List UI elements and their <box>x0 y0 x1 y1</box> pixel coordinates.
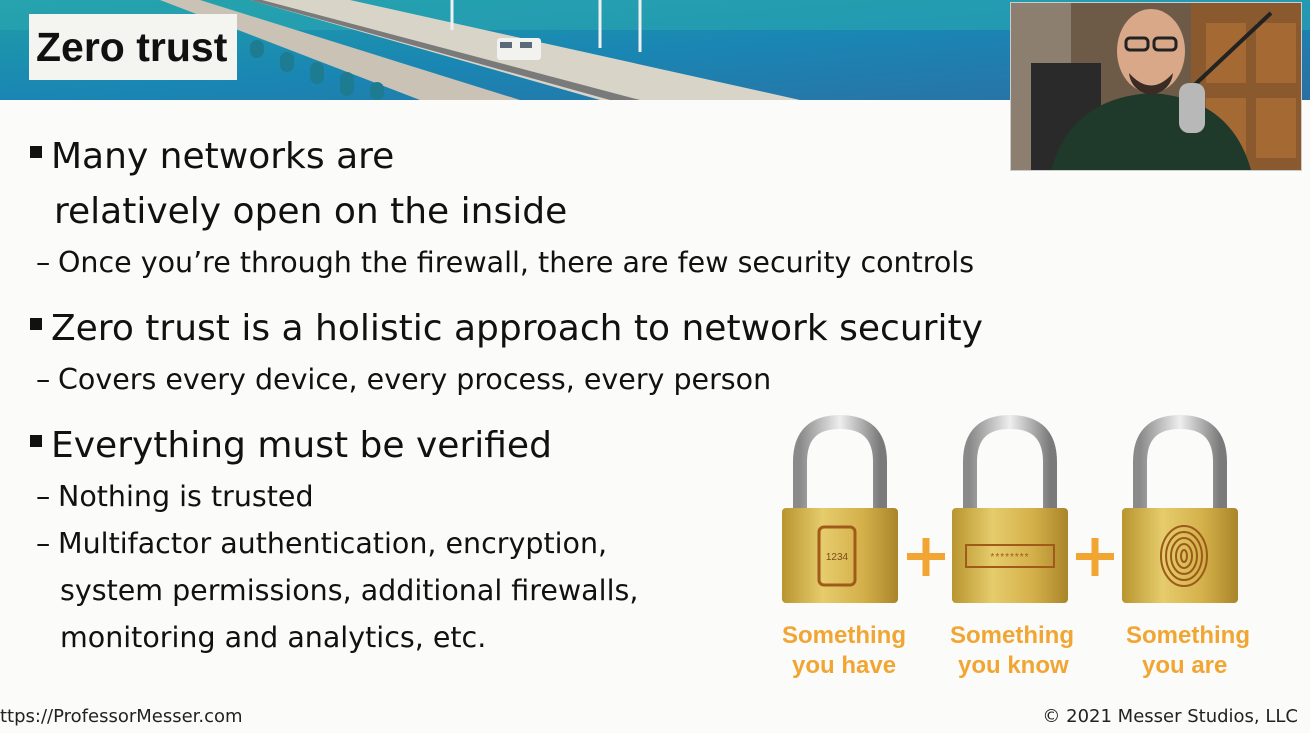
bullet-1-line1: Many networks are <box>51 136 395 177</box>
footer-website: ttps://ProfessorMesser.com <box>0 706 243 727</box>
padlock-something-you-are <box>1122 414 1238 603</box>
sub-bullet-3-2-cont-b: monitoring and analytics, etc. <box>60 615 486 661</box>
sub-bullet-text: Covers every device, every process, ever… <box>58 363 772 396</box>
presenter-video-frame <box>1011 3 1301 170</box>
plus-icon <box>1076 538 1114 576</box>
lock-display-password: ******** <box>990 552 1029 563</box>
plus-icon <box>907 538 945 576</box>
sub-bullet-text: Once you’re through the firewall, there … <box>58 246 975 279</box>
bullet-1-line2: relatively open on the inside <box>54 191 568 232</box>
sub-bullet-text: monitoring and analytics, etc. <box>60 621 487 654</box>
lock-label-know-2: you know <box>958 652 1069 679</box>
padlock-something-you-have: 1234 <box>782 414 898 603</box>
lock-label-have-2: you have <box>792 652 896 679</box>
bullet-1: Many networks are <box>30 130 394 184</box>
footer-copyright: © 2021 Messer Studios, LLC <box>1042 706 1298 727</box>
presenter-webcam <box>1010 2 1302 171</box>
lock-display-pin: 1234 <box>826 552 849 563</box>
sub-bullet-2-1: – Covers every device, every process, eve… <box>36 363 772 396</box>
lock-label-know-1: Something <box>950 622 1074 649</box>
bullet-2-line1: Zero trust is a holistic approach to net… <box>51 308 983 349</box>
bullet-3: Everything must be verified <box>30 419 552 473</box>
lock-label-have-1: Something <box>782 622 906 649</box>
sub-bullet-3-1: – Nothing is trusted <box>36 480 314 513</box>
sub-bullet-text: Multifactor authentication, encryption, <box>58 527 608 560</box>
padlock-something-you-know: ******** <box>952 414 1068 603</box>
bullet-2: Zero trust is a holistic approach to net… <box>30 302 983 356</box>
slide-title-box: Zero trust <box>29 14 238 80</box>
bullet-square-icon <box>30 318 42 330</box>
sub-bullet-text: system permissions, additional firewalls… <box>60 574 639 607</box>
sub-bullet-3-2: – Multifactor authentication, encryption, <box>36 527 608 560</box>
sub-bullet-1-1: – Once you’re through the firewall, there… <box>36 246 975 279</box>
bullet-square-icon <box>30 146 42 158</box>
lock-label-are-1: Something <box>1126 622 1250 649</box>
bullet-square-icon <box>30 435 42 447</box>
bullet-3-line1: Everything must be verified <box>51 425 552 466</box>
sub-bullet-text: Nothing is trusted <box>58 480 314 513</box>
lock-label-are-2: you are <box>1142 652 1227 679</box>
bullet-1-continuation: relatively open on the inside <box>54 185 567 239</box>
slide-title: Zero trust <box>36 23 228 70</box>
multifactor-padlocks-illustration: 1234 Something you have ******** Somethi… <box>782 414 1250 679</box>
sub-bullet-3-2-cont-a: system permissions, additional firewalls… <box>60 568 638 614</box>
